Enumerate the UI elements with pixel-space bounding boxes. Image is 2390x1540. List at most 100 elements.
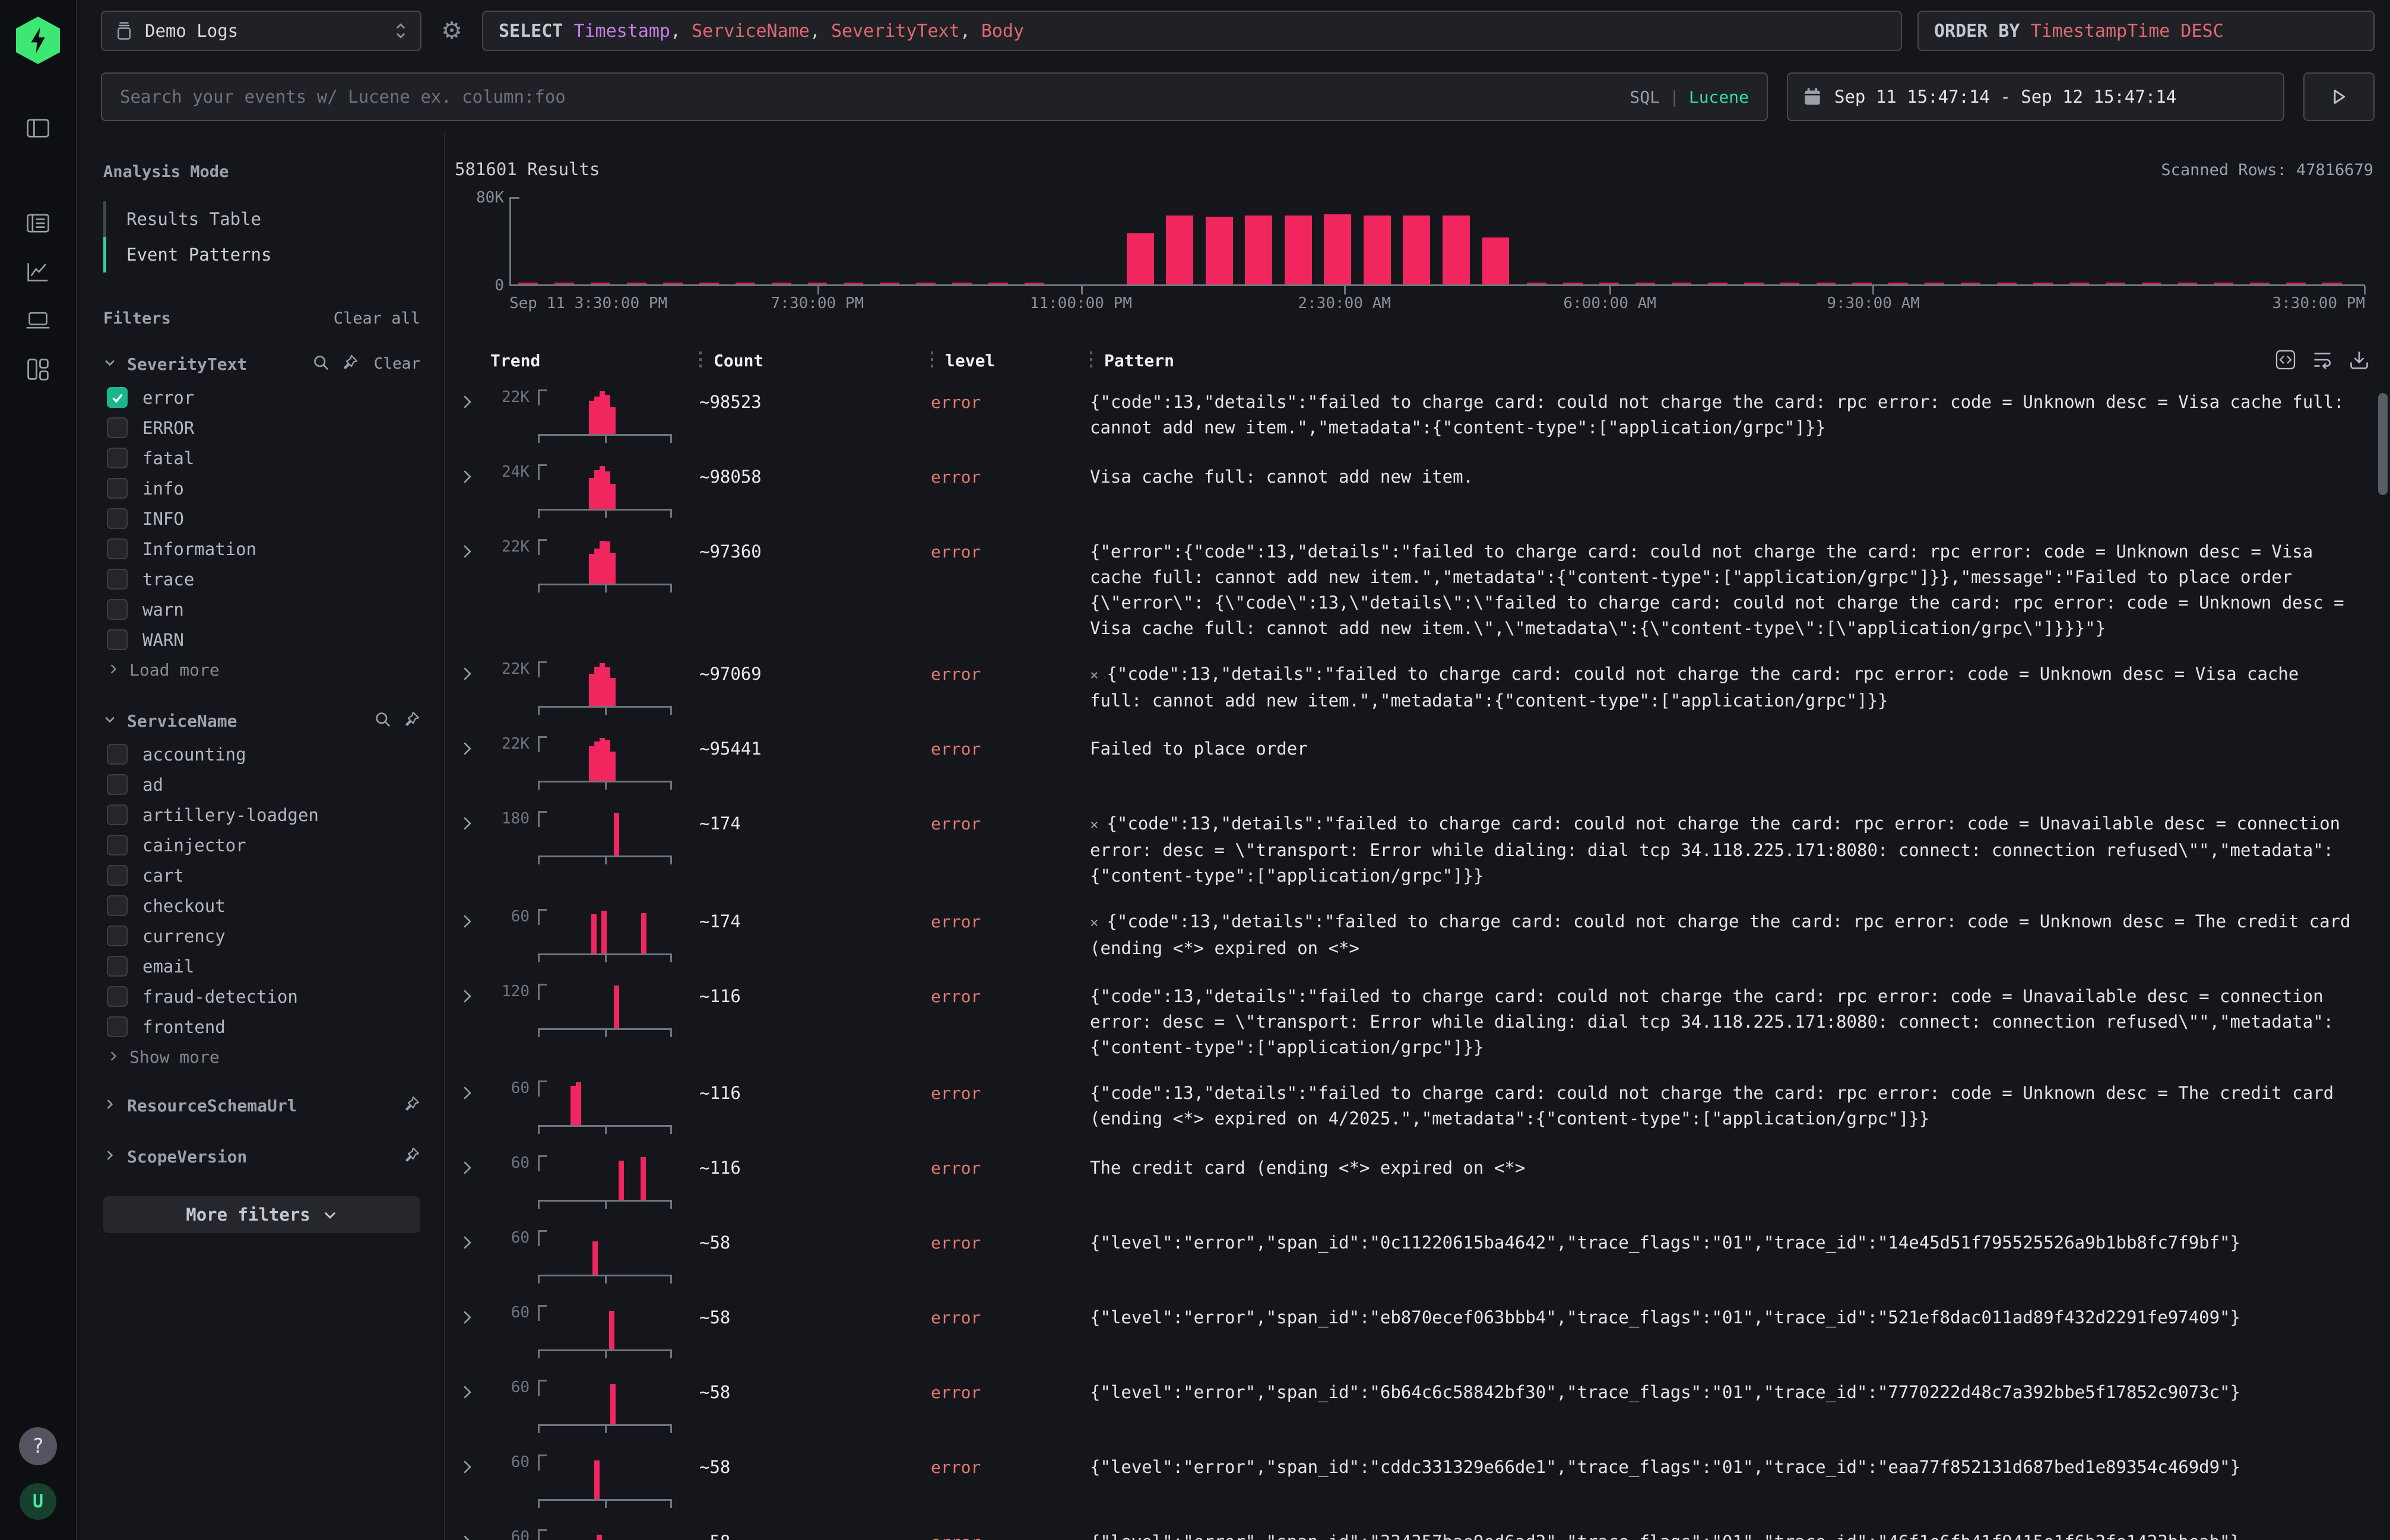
filter-option-fraud-detection[interactable]: fraud-detection — [103, 981, 420, 1012]
expand-row-button[interactable] — [455, 736, 490, 760]
column-header-pattern[interactable]: Pattern — [1090, 351, 2373, 370]
expand-row-button[interactable] — [455, 1230, 490, 1254]
table-row[interactable]: 22K~97360error{"error":{"code":13,"detai… — [455, 526, 2373, 648]
expand-row-button[interactable] — [455, 661, 490, 685]
checkbox-unchecked[interactable] — [107, 599, 128, 620]
expand-row-button[interactable] — [455, 811, 490, 835]
checkbox-unchecked[interactable] — [107, 774, 128, 795]
checkbox-unchecked[interactable] — [107, 895, 128, 916]
date-range-picker[interactable]: Sep 11 15:47:14 - Sep 12 15:47:14 — [1787, 72, 2284, 121]
filter-option-error[interactable]: ERROR — [103, 413, 420, 443]
filter-group-clear-link[interactable]: Clear — [374, 355, 420, 373]
column-header-level[interactable]: level — [931, 351, 1090, 370]
table-row[interactable]: 22K~97069error×{"code":13,"details":"fai… — [455, 648, 2373, 723]
source-settings-button[interactable]: ⚙ — [437, 17, 467, 45]
filter-option-ad[interactable]: ad — [103, 769, 420, 800]
pin-icon[interactable] — [341, 354, 359, 374]
expand-row-button[interactable] — [455, 1305, 490, 1329]
event-search-input[interactable]: Search your events w/ Lucene ex. column:… — [101, 72, 1768, 121]
checkbox-unchecked[interactable] — [107, 744, 128, 765]
filter-option-accounting[interactable]: accounting — [103, 739, 420, 769]
checkbox-unchecked[interactable] — [107, 804, 128, 825]
expand-row-button[interactable] — [455, 464, 490, 488]
chart-explorer-icon[interactable] — [19, 253, 57, 291]
pin-icon[interactable] — [402, 1095, 420, 1116]
search-logs-icon[interactable] — [19, 204, 57, 242]
download-icon[interactable] — [2348, 349, 2370, 370]
column-header-count[interactable]: Count — [699, 351, 931, 370]
filter-group-header-servicename[interactable]: ServiceName — [103, 711, 420, 731]
expand-row-button[interactable] — [455, 909, 490, 933]
expand-row-button[interactable] — [455, 1380, 490, 1403]
expand-row-button[interactable] — [455, 539, 490, 563]
column-resize-handle[interactable] — [699, 351, 702, 369]
run-query-button[interactable] — [2303, 72, 2375, 121]
filter-option-checkout[interactable]: checkout — [103, 891, 420, 921]
expand-row-button[interactable] — [455, 389, 490, 413]
select-columns-input[interactable]: SELECT Timestamp, ServiceName, SeverityT… — [482, 11, 1902, 51]
expand-row-button[interactable] — [455, 1080, 490, 1104]
checkbox-unchecked[interactable] — [107, 986, 128, 1007]
filter-option-info[interactable]: INFO — [103, 503, 420, 534]
filter-option-cart[interactable]: cart — [103, 860, 420, 891]
filter-group-header-resourceschemaurl[interactable]: ResourceSchemaUrl — [103, 1088, 420, 1123]
table-row[interactable]: 60~58error{"level":"error","span_id":"33… — [455, 1516, 2373, 1540]
table-row[interactable]: 120~116error{"code":13,"details":"failed… — [455, 971, 2373, 1067]
user-avatar[interactable]: U — [20, 1483, 56, 1520]
table-row[interactable]: 24K~98058errorVisa cache full: cannot ad… — [455, 451, 2373, 526]
filter-group-more-link[interactable]: Show more — [103, 1042, 420, 1072]
filter-option-trace[interactable]: trace — [103, 564, 420, 594]
search-icon[interactable] — [374, 711, 392, 731]
wrap-text-icon[interactable] — [2312, 349, 2333, 370]
analysis-mode-results-table[interactable]: Results Table — [103, 201, 420, 237]
filter-group-header-severitytext[interactable]: SeverityTextClear — [103, 354, 420, 374]
search-icon[interactable] — [312, 354, 330, 374]
filter-group-header-scopeversion[interactable]: ScopeVersion — [103, 1139, 420, 1174]
panel-toggle-icon[interactable] — [19, 109, 57, 147]
filter-option-error[interactable]: error — [103, 382, 420, 413]
checkbox-unchecked[interactable] — [107, 926, 128, 946]
checkbox-unchecked[interactable] — [107, 569, 128, 590]
exclude-pattern-marker[interactable]: × — [1090, 667, 1098, 683]
toggle-lucene[interactable]: Lucene — [1689, 87, 1749, 107]
filter-option-info[interactable]: info — [103, 473, 420, 503]
analysis-mode-event-patterns[interactable]: Event Patterns — [103, 237, 420, 272]
checkbox-checked[interactable] — [107, 387, 128, 408]
checkbox-unchecked[interactable] — [107, 538, 128, 559]
filter-option-warn[interactable]: warn — [103, 594, 420, 625]
filter-option-currency[interactable]: currency — [103, 921, 420, 951]
pin-icon[interactable] — [402, 1146, 420, 1167]
scrollbar-thumb[interactable] — [2378, 393, 2388, 495]
table-row[interactable]: 60~116error{"code":13,"details":"failed … — [455, 1067, 2373, 1142]
table-row[interactable]: 60~58error{"level":"error","span_id":"6b… — [455, 1367, 2373, 1441]
table-row[interactable]: 22K~95441errorFailed to place order — [455, 723, 2373, 798]
checkbox-unchecked[interactable] — [107, 448, 128, 468]
dashboards-icon[interactable] — [19, 350, 57, 388]
exclude-pattern-marker[interactable]: × — [1090, 816, 1098, 833]
checkbox-unchecked[interactable] — [107, 508, 128, 529]
filter-option-frontend[interactable]: frontend — [103, 1012, 420, 1042]
filter-option-email[interactable]: email — [103, 951, 420, 981]
expand-row-button[interactable] — [455, 1455, 490, 1478]
expand-row-button[interactable] — [455, 984, 490, 1007]
filter-option-cainjector[interactable]: cainjector — [103, 830, 420, 860]
checkbox-unchecked[interactable] — [107, 1016, 128, 1037]
table-row[interactable]: 60~174error×{"code":13,"details":"failed… — [455, 896, 2373, 971]
checkbox-unchecked[interactable] — [107, 865, 128, 886]
exclude-pattern-marker[interactable]: × — [1090, 914, 1098, 931]
column-resize-handle[interactable] — [1090, 351, 1092, 369]
filter-option-fatal[interactable]: fatal — [103, 443, 420, 473]
help-button[interactable]: ? — [19, 1427, 57, 1465]
filter-option-information[interactable]: Information — [103, 534, 420, 564]
table-row[interactable]: 60~58error{"level":"error","span_id":"cd… — [455, 1441, 2373, 1516]
more-filters-button[interactable]: More filters — [103, 1196, 420, 1233]
toggle-sql[interactable]: SQL — [1630, 87, 1660, 107]
checkbox-unchecked[interactable] — [107, 835, 128, 855]
table-row[interactable]: 60~58error{"level":"error","span_id":"eb… — [455, 1292, 2373, 1367]
expand-row-button[interactable] — [455, 1155, 490, 1179]
column-resize-handle[interactable] — [931, 351, 933, 369]
filter-group-more-link[interactable]: Load more — [103, 655, 420, 685]
hyperdx-logo-icon[interactable] — [16, 17, 60, 64]
table-row[interactable]: 60~116errorThe credit card (ending <*> e… — [455, 1142, 2373, 1217]
table-row[interactable]: 60~58error{"level":"error","span_id":"0c… — [455, 1217, 2373, 1292]
